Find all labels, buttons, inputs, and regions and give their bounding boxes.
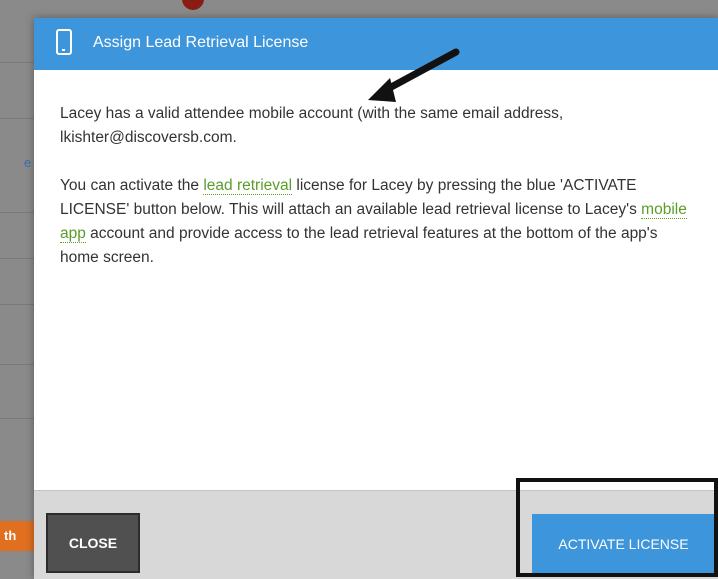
- modal-title: Assign Lead Retrieval License: [93, 34, 309, 51]
- annotation-arrow-icon: [368, 48, 460, 102]
- close-button[interactable]: CLOSE: [46, 513, 140, 573]
- notification-dot: [182, 0, 204, 10]
- mobile-phone-icon: [56, 29, 72, 55]
- background-divider: [0, 62, 34, 63]
- background-divider: [0, 304, 34, 305]
- instructions-text: account and provide access to the lead r…: [60, 225, 658, 266]
- modal-body: Lacey has a valid attendee mobile accoun…: [60, 102, 696, 294]
- background-divider: [0, 258, 34, 259]
- annotation-highlight-box: [516, 478, 718, 577]
- background-divider: [0, 212, 34, 213]
- lead-retrieval-link[interactable]: lead retrieval: [203, 177, 293, 195]
- instructions-text: You can activate the: [60, 177, 204, 194]
- background-divider: [0, 364, 34, 365]
- background-link-fragment: e: [24, 155, 32, 170]
- background-divider: [0, 118, 34, 119]
- activation-instructions: You can activate the lead retrieval lice…: [60, 174, 696, 270]
- background-divider: [0, 418, 34, 419]
